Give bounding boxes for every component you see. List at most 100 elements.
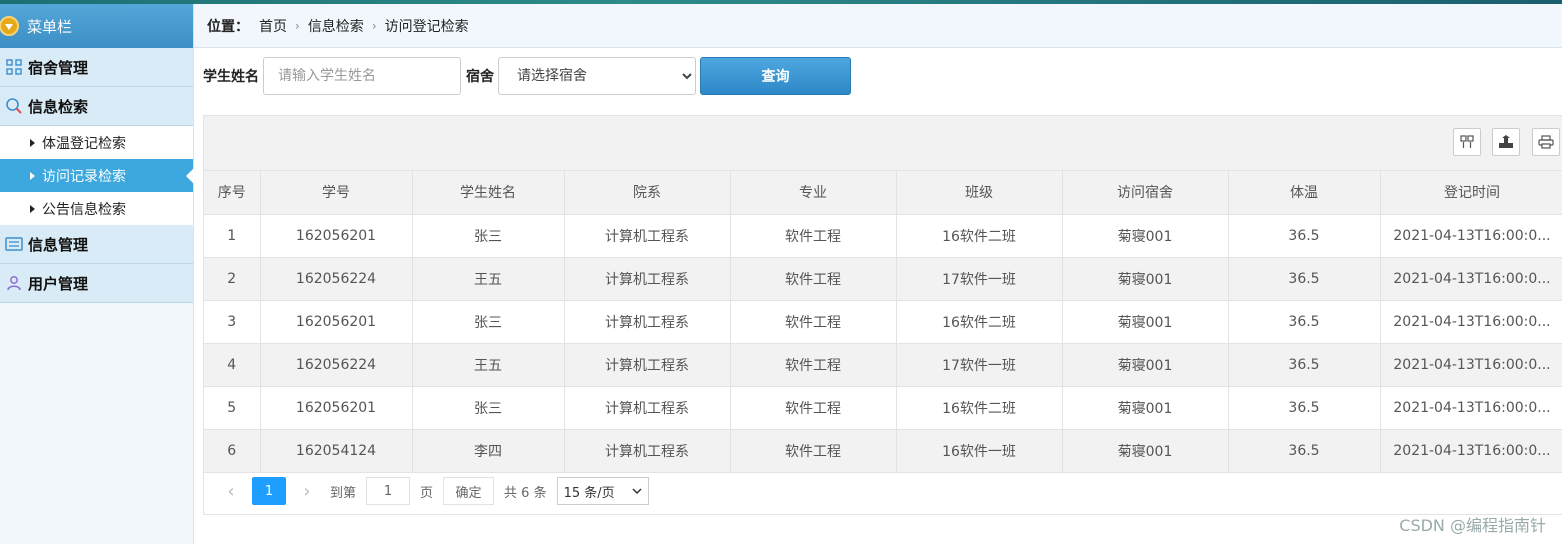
active-indicator — [186, 168, 194, 184]
table-cell: 4 — [204, 343, 261, 387]
goto-page-input[interactable]: 1 — [366, 477, 411, 505]
column-header[interactable]: 专业 — [730, 171, 897, 215]
table-cell: 3 — [204, 300, 261, 344]
table-cell: 162054124 — [260, 429, 413, 473]
table-cell: 17软件一班 — [896, 343, 1063, 387]
collapse-toggle-icon[interactable] — [0, 16, 19, 36]
dorm-select[interactable]: 请选择宿舍 — [498, 57, 696, 95]
page-button-current[interactable]: 1 — [252, 477, 286, 505]
table-cell: 36.5 — [1228, 386, 1381, 430]
print-icon[interactable] — [1532, 128, 1560, 156]
goto-confirm-button[interactable]: 确定 — [443, 477, 495, 505]
table-cell: 162056224 — [260, 257, 413, 301]
dorm-label: 宿舍 — [466, 69, 494, 85]
table-cell: 王五 — [412, 343, 565, 387]
sidebar-item-notice-search[interactable]: 公告信息检索 — [0, 192, 193, 225]
table-cell: 162056201 — [260, 300, 413, 344]
table-cell: 计算机工程系 — [564, 257, 731, 301]
sidebar-group-label: 宿舍管理 — [28, 58, 89, 77]
column-header[interactable]: 序号 — [204, 171, 261, 215]
column-header[interactable]: 体温 — [1228, 171, 1381, 215]
breadcrumb-item-current: 访问登记检索 — [384, 18, 469, 35]
table-cell: 36.5 — [1228, 214, 1381, 258]
student-name-input[interactable] — [263, 57, 461, 95]
column-header[interactable]: 学生姓名 — [412, 171, 565, 215]
column-header[interactable]: 院系 — [564, 171, 731, 215]
table-row[interactable]: 4 162056224 王五 计算机工程系 软件工程 17软件一班 菊寝001 36.5 202… — [204, 343, 1562, 387]
table-cell: 菊寝001 — [1062, 300, 1229, 344]
column-header[interactable]: 班级 — [896, 171, 1063, 215]
table-header-row: 序号 学号 学生姓名 院系 专业 班级 访问宿舍 体温 登记时间 — [204, 171, 1562, 215]
table-cell: 软件工程 — [730, 429, 897, 473]
table-cell: 162056224 — [260, 343, 413, 387]
table-cell: 2021-04-13T16:00:0... — [1380, 300, 1562, 344]
grid-icon — [0, 59, 28, 75]
columns-icon[interactable] — [1453, 128, 1481, 156]
table-cell: 2 — [204, 257, 261, 301]
table-cell: 16软件二班 — [896, 214, 1063, 258]
table-cell: 5 — [204, 386, 261, 430]
chevron-right-icon: › — [295, 18, 300, 33]
sidebar-group-dorm[interactable]: 宿舍管理 — [0, 48, 193, 87]
sidebar: 菜单栏 宿舍管理 信息检索 体温登记检索 访问记录检索 公告信息检索 信息管理 — [0, 4, 194, 544]
table-cell: 张三 — [412, 214, 565, 258]
total-count: 共 6 条 — [504, 485, 547, 501]
breadcrumb: 位置： 首页 › 信息检索 › 访问登记检索 — [194, 4, 1562, 48]
prev-page-icon[interactable]: ‹ — [218, 481, 244, 502]
column-header[interactable]: 访问宿舍 — [1062, 171, 1229, 215]
watermark: CSDN @编程指南针 — [1399, 516, 1546, 535]
table-cell: 计算机工程系 — [564, 386, 731, 430]
table-cell: 2021-04-13T16:00:0... — [1380, 386, 1562, 430]
sidebar-item-label: 访问记录检索 — [42, 168, 126, 185]
table-cell: 162056201 — [260, 214, 413, 258]
table-cell: 162056201 — [260, 386, 413, 430]
table-cell: 计算机工程系 — [564, 300, 731, 344]
column-header[interactable]: 登记时间 — [1380, 171, 1562, 215]
table-row[interactable]: 6 162054124 李四 计算机工程系 软件工程 16软件一班 菊寝001 36.5 202… — [204, 429, 1562, 473]
table-cell: 软件工程 — [730, 214, 897, 258]
breadcrumb-item-home[interactable]: 首页 — [259, 16, 287, 36]
query-button[interactable]: 查询 — [700, 57, 851, 95]
table-row[interactable]: 3 162056201 张三 计算机工程系 软件工程 16软件二班 菊寝001 36.5 202… — [204, 300, 1562, 344]
user-icon — [0, 275, 28, 291]
search-icon — [0, 97, 28, 115]
table-cell: 软件工程 — [730, 300, 897, 344]
caret-right-icon — [30, 171, 35, 180]
column-header[interactable]: 学号 — [260, 171, 413, 215]
table-cell: 菊寝001 — [1062, 214, 1229, 258]
export-icon[interactable] — [1492, 128, 1520, 156]
page-unit-label: 页 — [420, 485, 434, 501]
next-page-icon[interactable]: › — [294, 481, 320, 502]
page-size-value: 15 条/页 — [563, 485, 615, 501]
chevron-down-icon — [632, 488, 642, 494]
data-table-panel: 序号 学号 学生姓名 院系 专业 班级 访问宿舍 体温 登记时间 1 162056… — [203, 115, 1562, 515]
page-size-select[interactable]: 15 条/页 — [556, 477, 649, 505]
sidebar-group-info[interactable]: 信息管理 — [0, 225, 193, 264]
table-cell: 软件工程 — [730, 257, 897, 301]
table-cell: 菊寝001 — [1062, 257, 1229, 301]
table-row[interactable]: 5 162056201 张三 计算机工程系 软件工程 16软件二班 菊寝001 36.5 202… — [204, 386, 1562, 430]
table-cell: 2021-04-13T16:00:0... — [1380, 257, 1562, 301]
table-row[interactable]: 1 162056201 张三 计算机工程系 软件工程 16软件二班 菊寝001 36.5 202… — [204, 214, 1562, 258]
sidebar-item-temperature-search[interactable]: 体温登记检索 — [0, 126, 193, 159]
breadcrumb-item[interactable]: 信息检索 — [308, 16, 364, 36]
table-cell: 计算机工程系 — [564, 343, 731, 387]
sidebar-item-label: 体温登记检索 — [42, 135, 126, 152]
table-cell: 菊寝001 — [1062, 386, 1229, 430]
visit-records-table: 序号 学号 学生姓名 院系 专业 班级 访问宿舍 体温 登记时间 1 162056… — [204, 171, 1562, 473]
table-cell: 16软件二班 — [896, 386, 1063, 430]
table-cell: 计算机工程系 — [564, 214, 731, 258]
table-cell: 2021-04-13T16:00:0... — [1380, 429, 1562, 473]
search-form: 学生姓名 宿舍 请选择宿舍 查询 — [203, 56, 851, 96]
table-row[interactable]: 2 162056224 王五 计算机工程系 软件工程 17软件一班 菊寝001 36.5 202… — [204, 257, 1562, 301]
table-cell: 6 — [204, 429, 261, 473]
sidebar-group-search[interactable]: 信息检索 — [0, 87, 193, 126]
menu-header[interactable]: 菜单栏 — [0, 4, 193, 48]
table-cell: 计算机工程系 — [564, 429, 731, 473]
table-cell: 张三 — [412, 386, 565, 430]
menu-header-label: 菜单栏 — [27, 17, 73, 36]
sidebar-group-label: 信息检索 — [28, 97, 89, 116]
sidebar-item-visit-search[interactable]: 访问记录检索 — [0, 159, 194, 192]
table-cell: 软件工程 — [730, 386, 897, 430]
sidebar-group-user[interactable]: 用户管理 — [0, 264, 193, 303]
